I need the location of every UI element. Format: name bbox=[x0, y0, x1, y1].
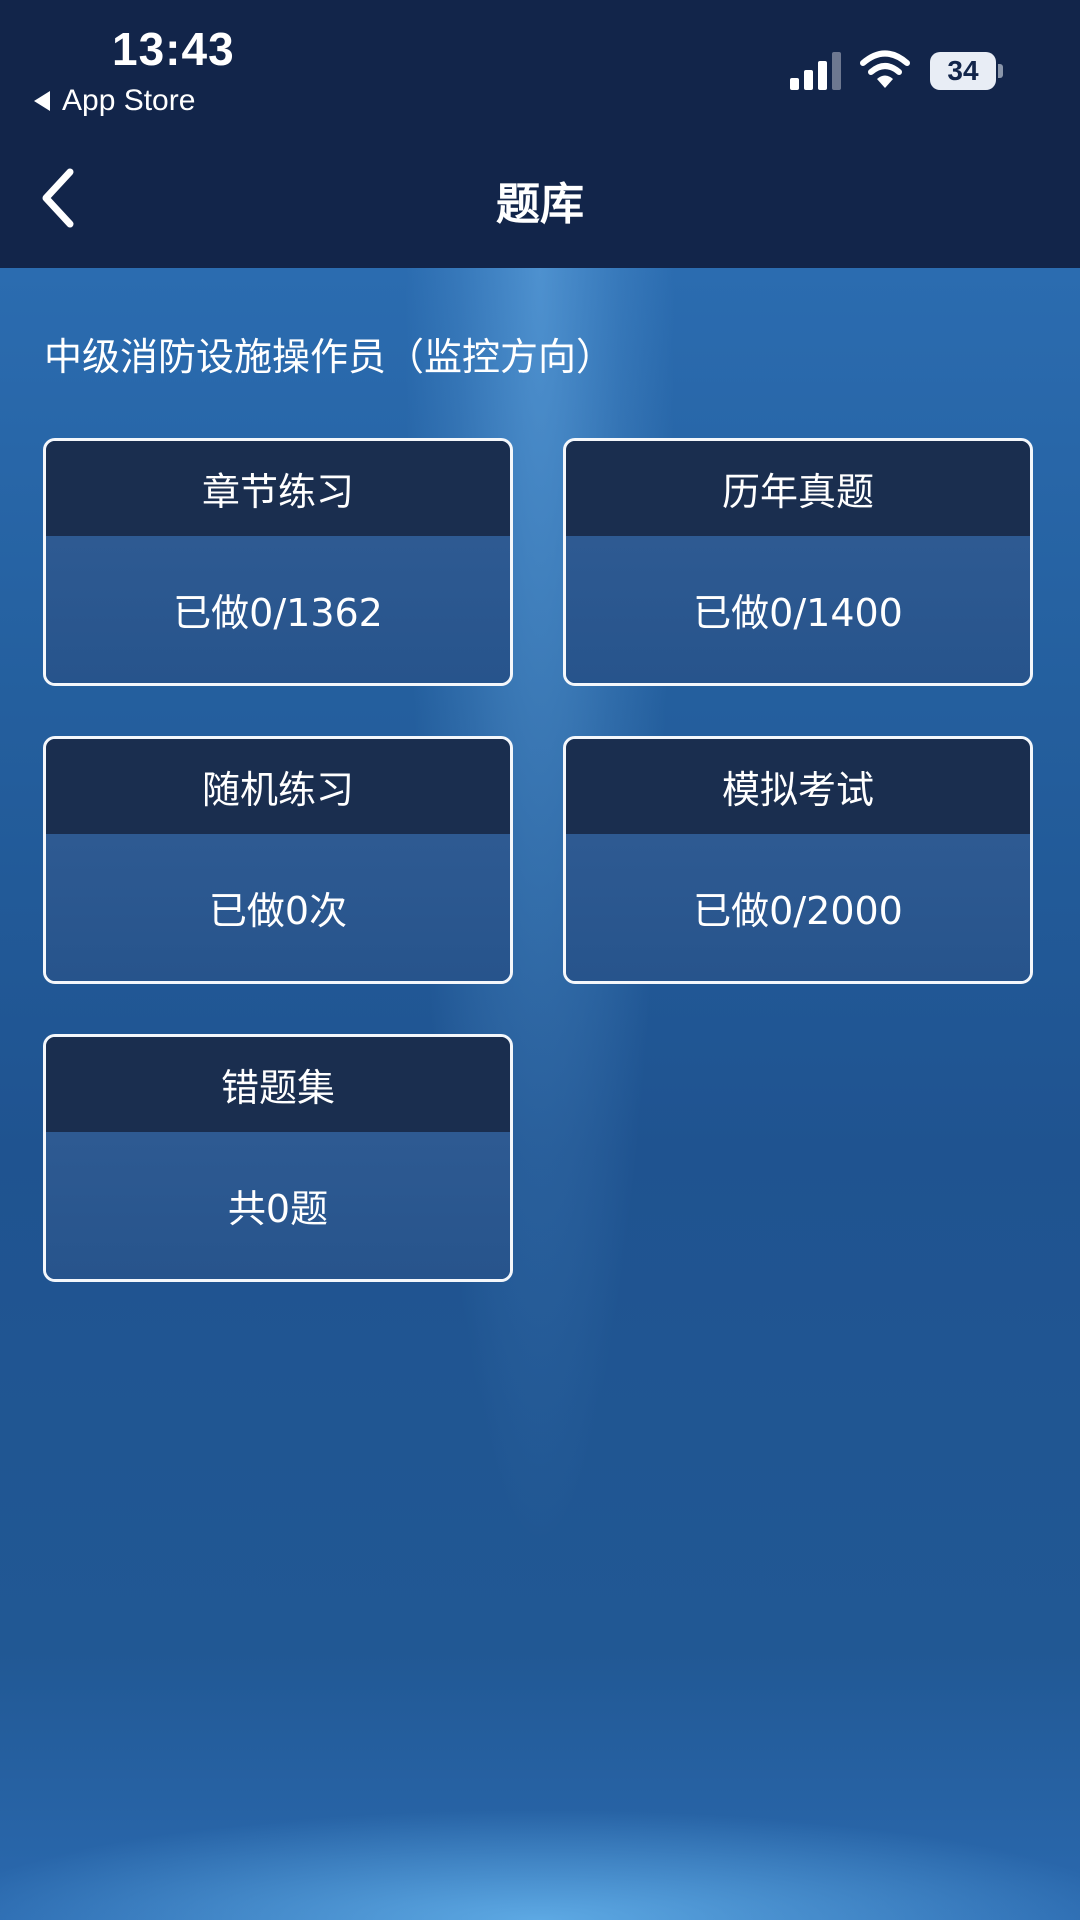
card-progress: 共0题 bbox=[46, 1132, 510, 1279]
card-progress: 已做0/1400 bbox=[566, 536, 1030, 683]
question-bank-grid: 章节练习 已做0/1362 历年真题 已做0/1400 随机练习 已做0次 模拟… bbox=[0, 0, 1080, 1920]
card-title: 模拟考试 bbox=[566, 739, 1030, 834]
card-wrong-questions[interactable]: 错题集 共0题 bbox=[43, 1034, 513, 1282]
card-title: 章节练习 bbox=[46, 441, 510, 536]
card-progress: 已做0次 bbox=[46, 834, 510, 981]
card-title: 错题集 bbox=[46, 1037, 510, 1132]
card-progress: 已做0/1362 bbox=[46, 536, 510, 683]
card-progress: 已做0/2000 bbox=[566, 834, 1030, 981]
card-mock-exam[interactable]: 模拟考试 已做0/2000 bbox=[563, 736, 1033, 984]
card-title: 历年真题 bbox=[566, 441, 1030, 536]
card-random-practice[interactable]: 随机练习 已做0次 bbox=[43, 736, 513, 984]
card-title: 随机练习 bbox=[46, 739, 510, 834]
card-chapter-practice[interactable]: 章节练习 已做0/1362 bbox=[43, 438, 513, 686]
card-past-exams[interactable]: 历年真题 已做0/1400 bbox=[563, 438, 1033, 686]
